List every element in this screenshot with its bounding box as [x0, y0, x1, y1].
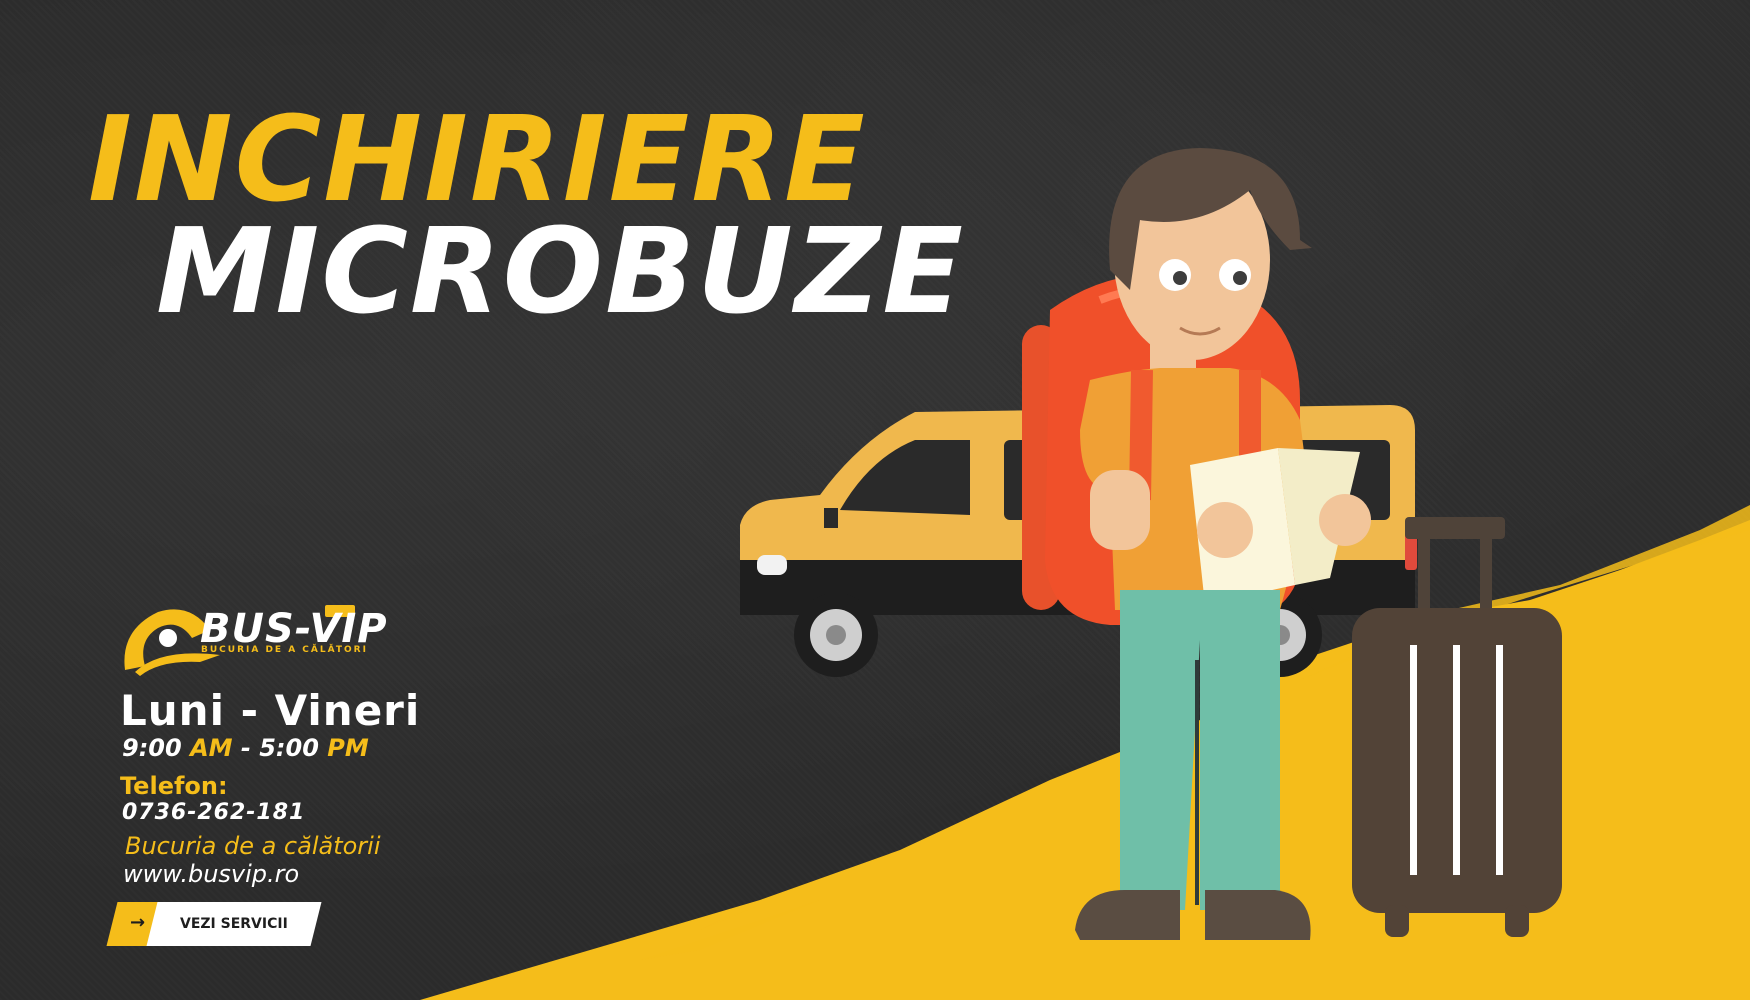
arrow-right-icon: → — [130, 912, 146, 933]
time-separator: - — [240, 734, 251, 762]
schedule-days: Luni - Vineri — [120, 686, 421, 735]
start-time: 9:00 — [122, 734, 182, 762]
phone-label: Telefon: — [120, 772, 228, 800]
slogan: Bucuria de a călătorii — [125, 832, 381, 860]
start-suffix: AM — [190, 734, 233, 762]
vezi-servicii-label: VEZI SERVICII — [180, 916, 288, 932]
schedule-hours: 9:00 AM - 5:00 PM — [122, 734, 369, 762]
end-time: 5:00 — [259, 734, 319, 762]
phone-number[interactable]: 0736-262-181 — [122, 800, 305, 825]
end-suffix: PM — [327, 734, 369, 762]
traveler-body — [1075, 368, 1371, 940]
website-link[interactable]: www.busvip.ro — [123, 860, 299, 888]
brand-tagline: BUCURIA DE A CĂLĂTORI — [201, 645, 368, 655]
